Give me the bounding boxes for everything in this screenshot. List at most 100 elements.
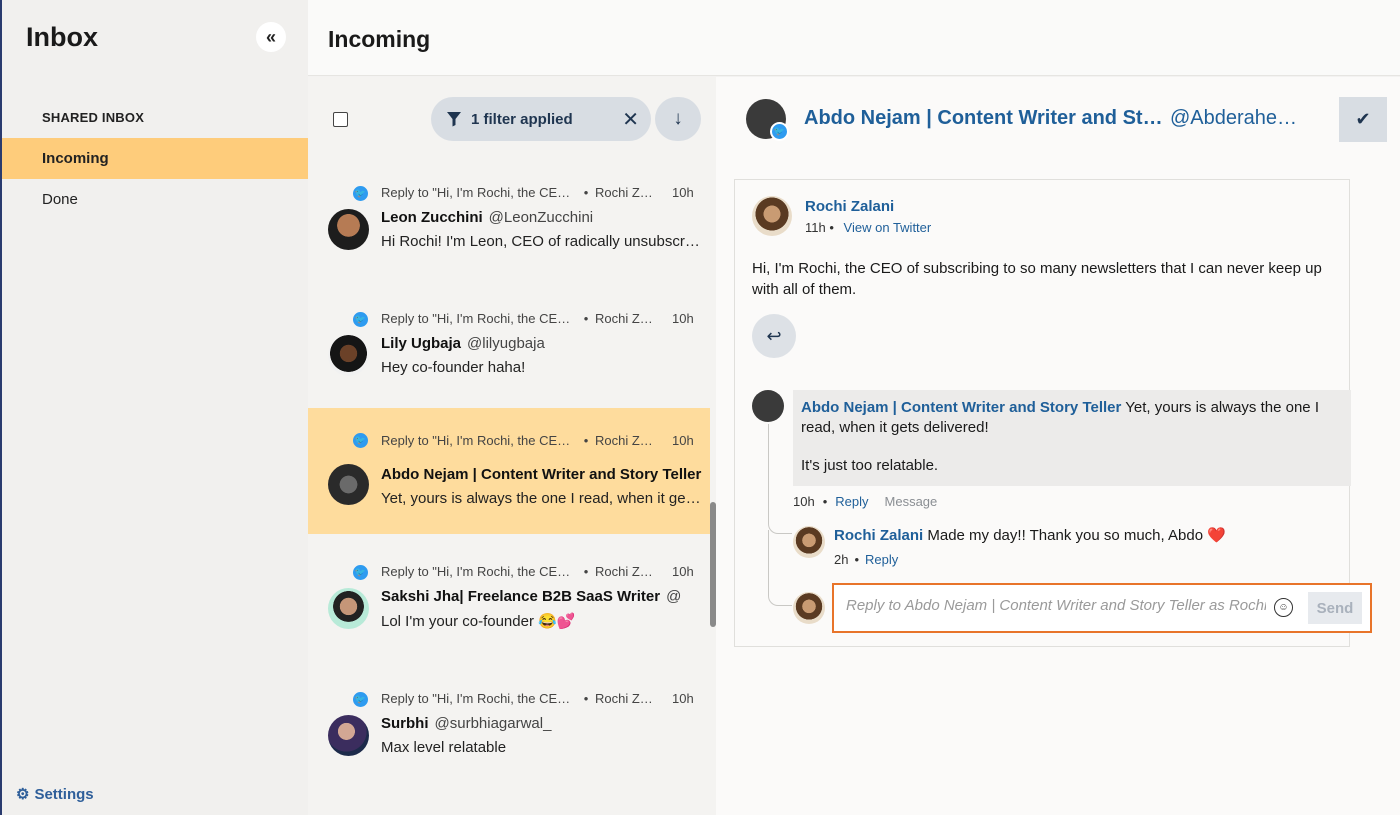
comment-author[interactable]: Abdo Nejam | Content Writer and Story Te…	[801, 399, 1121, 416]
avatar	[752, 390, 784, 422]
settings-link[interactable]: ⚙ Settings	[16, 785, 94, 804]
list-item-selected[interactable]: 🐦 Reply to "Hi, I'm Rochi, the CEO of su…	[308, 408, 710, 534]
reply-context: Reply to "Hi, I'm Rochi, the CEO of subs…	[381, 564, 694, 579]
filter-icon	[447, 112, 461, 127]
comment-reply-link[interactable]: Reply	[835, 494, 868, 509]
conversation-pane: 🐦 Abdo Nejam | Content Writer and Story …	[716, 77, 1400, 815]
avatar	[328, 464, 369, 505]
message-preview: Yet, yours is always the one I read, whe…	[381, 490, 701, 507]
list-item[interactable]: 🐦 Reply to "Hi, I'm Rochi, the CEO of su…	[308, 173, 710, 299]
gear-icon: ⚙	[16, 786, 30, 803]
conversation-contact-name[interactable]: Abdo Nejam | Content Writer and Story Te…	[804, 107, 1164, 130]
sender-handle: @surbhiagarwal_	[434, 715, 552, 732]
sidebar-item-label: Done	[42, 191, 78, 208]
page-header: Incoming	[308, 0, 1400, 76]
comment-meta: 10h • Reply Message	[793, 494, 938, 509]
message-preview: Lol I'm your co-founder 😂💕	[381, 613, 576, 630]
post-author[interactable]: Rochi Zalani	[805, 198, 894, 215]
recipient-name: Rochi Zalani	[595, 691, 655, 706]
filter-button[interactable]: 1 filter applied ✕	[431, 97, 651, 141]
recipient-name: Rochi Zalani	[595, 433, 655, 448]
recipient-name: Rochi Zalani	[595, 311, 655, 326]
send-button[interactable]: Send	[1308, 592, 1362, 624]
message-preview: Hey co-founder haha!	[381, 359, 526, 376]
sender-handle: @	[666, 588, 682, 605]
comment-reply-link[interactable]: Reply	[865, 552, 898, 567]
sender-line: Abdo Nejam | Content Writer and Story Te…	[381, 466, 703, 483]
comment-bubble: Abdo Nejam | Content Writer and Story Te…	[793, 390, 1351, 486]
sender-name: Surbhi	[381, 715, 429, 732]
sender-name: Leon Zucchini	[381, 209, 483, 226]
twitter-icon: 🐦	[353, 186, 368, 201]
list-item[interactable]: 🐦 Reply to "Hi, I'm Rochi, the CEO of su…	[308, 552, 710, 678]
comment-message-link[interactable]: Message	[885, 494, 938, 509]
sender-handle: @LeonZucchini	[488, 209, 594, 226]
select-all-checkbox[interactable]	[333, 112, 348, 127]
twitter-icon: 🐦	[353, 433, 368, 448]
sidebar-item-done[interactable]: Done	[2, 179, 308, 220]
reply-composer: ☺ Send	[832, 583, 1372, 633]
page-title: Incoming	[328, 26, 431, 52]
avatar	[328, 209, 369, 250]
thread-connector	[768, 424, 792, 534]
smiley-icon[interactable]: ☺	[1274, 598, 1293, 617]
reply-to-text: Reply to "Hi, I'm Rochi, the CEO of subs…	[381, 433, 577, 448]
comment-text: Made my day!! Thank you so much, Abdo	[927, 527, 1204, 544]
heart-icon: ❤️	[1207, 527, 1226, 544]
sort-button[interactable]: ↓	[655, 97, 701, 141]
message-time: 10h	[672, 564, 694, 579]
reply-to-text: Reply to "Hi, I'm Rochi, the CEO of subs…	[381, 311, 577, 326]
recipient-name: Rochi Zalani	[595, 185, 655, 200]
mark-done-button[interactable]: ✔	[1339, 97, 1387, 142]
message-time: 10h	[672, 185, 694, 200]
conversation-contact-handle[interactable]: @Abderahemnejam	[1170, 107, 1310, 130]
sender-name: Lily Ugbaja	[381, 335, 462, 352]
double-chevron-left-icon: «	[265, 26, 276, 47]
post-time: 11h	[805, 220, 826, 235]
reply-button[interactable]: ↩	[752, 314, 796, 358]
list-item[interactable]: 🐦 Reply to "Hi, I'm Rochi, the CEO of su…	[308, 679, 710, 805]
avatar	[793, 526, 825, 558]
sender-line: Sakshi Jha| Freelance B2B SaaS Writer @	[381, 588, 703, 605]
avatar	[793, 592, 825, 624]
comment-meta: 2h • Reply	[834, 552, 899, 567]
message-time: 10h	[672, 691, 694, 706]
settings-label: Settings	[34, 785, 94, 803]
reply-to-text: Reply to "Hi, I'm Rochi, the CEO of subs…	[381, 185, 577, 200]
avatar	[328, 335, 369, 376]
sidebar-title: Inbox	[26, 22, 98, 52]
view-on-twitter-link[interactable]: View on Twitter	[844, 220, 932, 235]
thread-connector	[768, 530, 792, 606]
arrow-down-icon: ↓	[673, 108, 683, 129]
sidebar-item-incoming[interactable]: Incoming	[2, 138, 308, 179]
twitter-icon: 🐦	[353, 312, 368, 327]
comment-time: 2h	[834, 552, 849, 567]
comment-line: Rochi Zalani Made my day!! Thank you so …	[834, 526, 1226, 544]
post-meta: 11h • View on Twitter	[805, 220, 932, 235]
close-icon[interactable]: ✕	[622, 107, 639, 132]
reply-context: Reply to "Hi, I'm Rochi, the CEO of subs…	[381, 691, 694, 706]
sidebar: Inbox « SHARED INBOX Incoming Done ⚙ Set…	[0, 0, 308, 815]
reply-input[interactable]	[846, 597, 1266, 614]
avatar	[752, 196, 792, 236]
comment-author[interactable]: Rochi Zalani	[834, 527, 923, 544]
reply-arrow-icon: ↩	[766, 325, 782, 346]
sender-handle: @lilyugbaja	[467, 335, 545, 352]
reply-to-text: Reply to "Hi, I'm Rochi, the CEO of subs…	[381, 564, 577, 579]
twitter-icon: 🐦	[353, 692, 368, 707]
twitter-icon: 🐦	[353, 565, 368, 580]
reply-context: Reply to "Hi, I'm Rochi, the CEO of subs…	[381, 433, 694, 448]
message-time: 10h	[672, 311, 694, 326]
list-item[interactable]: 🐦 Reply to "Hi, I'm Rochi, the CEO of su…	[308, 299, 710, 425]
collapse-sidebar-button[interactable]: «	[256, 22, 286, 52]
message-preview: Hi Rochi! I'm Leon, CEO of radically uns…	[381, 233, 701, 250]
comment-time: 10h	[793, 494, 815, 509]
message-time: 10h	[672, 433, 694, 448]
twitter-icon: 🐦	[770, 122, 789, 141]
reply-to-text: Reply to "Hi, I'm Rochi, the CEO of subs…	[381, 691, 577, 706]
thread-card: Rochi Zalani 11h • View on Twitter Hi, I…	[734, 179, 1372, 647]
sidebar-item-label: Incoming	[42, 150, 109, 167]
post-text: Hi, I'm Rochi, the CEO of subscribing to…	[752, 260, 1322, 298]
sender-line: Surbhi @surbhiagarwal_	[381, 715, 703, 732]
sender-line: Leon Zucchini @LeonZucchini	[381, 209, 703, 226]
